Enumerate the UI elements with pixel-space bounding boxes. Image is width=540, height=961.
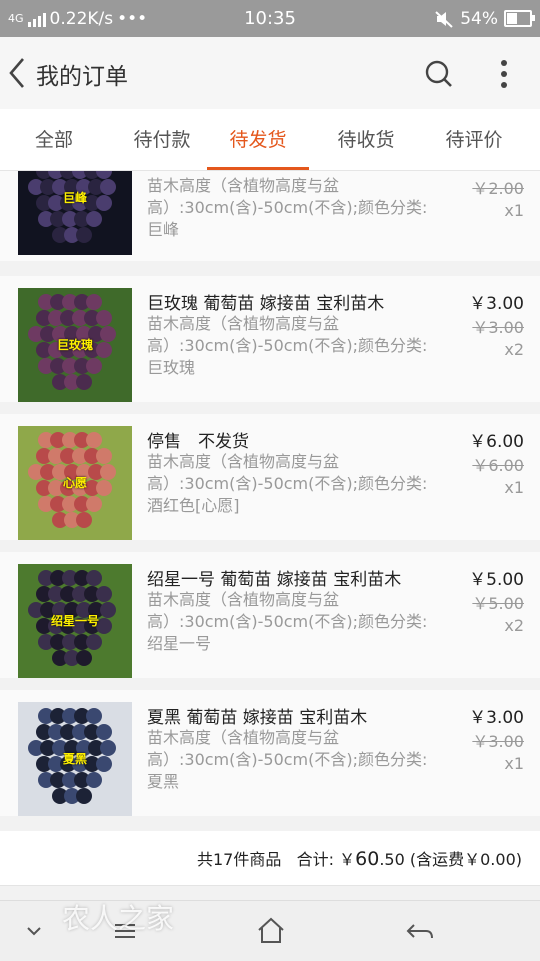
home-icon[interactable] [251, 911, 291, 951]
product-thumbnail[interactable]: 巨峰 [18, 171, 132, 255]
thumbnail-label: 巨玫瑰 [56, 338, 93, 352]
tab-pending-payment[interactable]: 待付款 [108, 109, 216, 170]
order-item[interactable]: 心愿 停售 不发货 苗木高度（含植物高度与盆高）:30cm(含)-50cm(不含… [0, 414, 540, 540]
quantity: x1 [504, 754, 524, 773]
tab-pending-shipment[interactable]: 待发货 [204, 109, 312, 170]
product-spec: 苗木高度（含植物高度与盆高）:30cm(含)-50cm(不含);颜色分类:绍星一… [147, 590, 428, 653]
quantity: x2 [504, 340, 524, 359]
search-icon[interactable] [422, 57, 456, 91]
chevron-down-icon[interactable] [14, 911, 54, 951]
order-summary: 共17件商品 合计: ￥60.50 (含运费￥0.00) [0, 831, 540, 886]
mute-icon [435, 10, 453, 28]
order-status-tabs: 全部 待付款 待发货 待收货 待评价 [0, 109, 540, 171]
grape-image [18, 171, 132, 255]
total-currency: ￥ [339, 850, 356, 869]
total-label: 合计: [296, 850, 335, 869]
tab-all[interactable]: 全部 [0, 109, 108, 170]
product-spec: 苗木高度（含植物高度与盆高）:30cm(含)-50cm(不含);颜色分类:巨峰 [147, 176, 428, 239]
tab-pending-receipt[interactable]: 待收货 [312, 109, 420, 170]
thumbnail-label: 绍星一号 [50, 614, 99, 628]
total-amount-int: 60 [355, 848, 380, 870]
product-name[interactable]: 夏黑 葡萄苗 嫁接苗 宝利苗木 [147, 703, 437, 728]
watermark: 农人之家 [62, 902, 175, 935]
product-name[interactable]: 绍星一号 葡萄苗 嫁接苗 宝利苗木 [147, 565, 437, 590]
product-thumbnail[interactable]: 夏黑 [18, 702, 132, 816]
total-amount-dec: .50 [379, 850, 405, 869]
original-price: ￥3.00 [472, 318, 524, 337]
quantity: x2 [504, 616, 524, 635]
thumbnail-label: 心愿 [62, 476, 87, 490]
product-thumbnail[interactable]: 心愿 [18, 426, 132, 540]
order-item[interactable]: 夏黑 夏黑 葡萄苗 嫁接苗 宝利苗木 苗木高度（含植物高度与盆高）:30cm(含… [0, 690, 540, 816]
price: ￥6.00 [469, 432, 524, 452]
shipping-fee: (含运费￥0.00) [409, 850, 522, 869]
order-item[interactable]: 绍星一号 绍星一号 葡萄苗 嫁接苗 宝利苗木 苗木高度（含植物高度与盆高）:30… [0, 552, 540, 678]
thumbnail-label: 巨峰 [62, 191, 87, 205]
item-count: 共17件商品 [196, 850, 282, 869]
page-title: 我的订单 [36, 64, 128, 90]
tab-pending-review[interactable]: 待评价 [420, 109, 528, 170]
original-price: ￥3.00 [472, 732, 524, 751]
battery-percent: 54% [460, 8, 498, 29]
original-price: ￥2.00 [472, 179, 524, 198]
product-spec: 苗木高度（含植物高度与盆高）:30cm(含)-50cm(不含);颜色分类:夏黑 [147, 728, 428, 791]
title-bar: 我的订单 [0, 37, 540, 109]
order-item[interactable]: 巨峰 苗木高度（含植物高度与盆高）:30cm(含)-50cm(不含);颜色分类:… [0, 171, 540, 261]
product-thumbnail[interactable]: 巨玫瑰 [18, 288, 132, 402]
more-vertical-icon[interactable] [490, 57, 518, 91]
order-item-list: 巨峰 苗木高度（含植物高度与盆高）:30cm(含)-50cm(不含);颜色分类:… [0, 171, 540, 831]
back-arrow-icon[interactable] [6, 55, 30, 91]
status-right: 54% [434, 0, 535, 37]
thumbnail-label: 夏黑 [62, 752, 87, 766]
return-icon[interactable] [400, 911, 440, 951]
summary-text: 共17件商品 合计: ￥60.50 (含运费￥0.00) [197, 831, 522, 888]
product-spec: 苗木高度（含植物高度与盆高）:30cm(含)-50cm(不含);颜色分类:巨玫瑰 [147, 314, 428, 377]
product-name[interactable]: 巨玫瑰 葡萄苗 嫁接苗 宝利苗木 [147, 289, 437, 314]
price: ￥5.00 [469, 570, 524, 590]
product-name[interactable]: 停售 不发货 [147, 427, 437, 452]
order-item[interactable]: 巨玫瑰 巨玫瑰 葡萄苗 嫁接苗 宝利苗木 苗木高度（含植物高度与盆高）:30cm… [0, 276, 540, 402]
status-bar: 4G 0.22K/s ••• 10:35 54% [0, 0, 540, 37]
battery-icon [504, 10, 535, 27]
price: ￥3.00 [469, 294, 524, 314]
product-spec: 苗木高度（含植物高度与盆高）:30cm(含)-50cm(不含);颜色分类:酒红色… [147, 452, 428, 515]
quantity: x1 [504, 201, 524, 220]
price: ￥3.00 [469, 708, 524, 728]
product-thumbnail[interactable]: 绍星一号 [18, 564, 132, 678]
quantity: x1 [504, 478, 524, 497]
original-price: ￥6.00 [472, 456, 524, 475]
original-price: ￥5.00 [472, 594, 524, 613]
